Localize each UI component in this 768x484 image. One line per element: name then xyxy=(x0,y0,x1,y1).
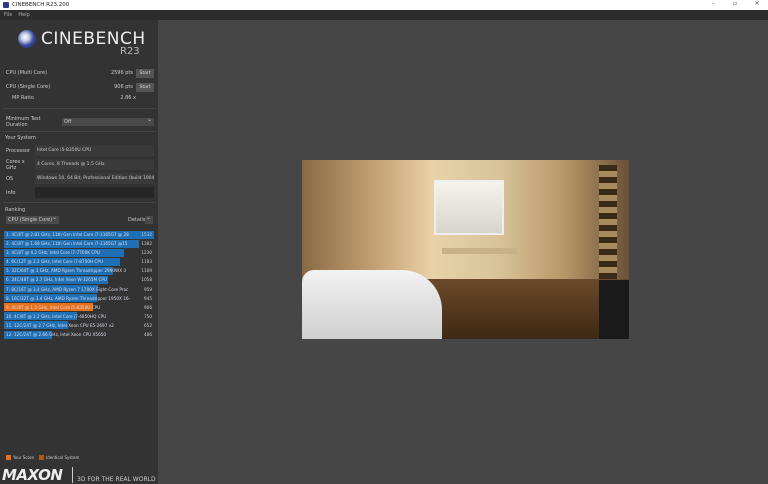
ranking-row[interactable]: 2. 4C/8T @ 1.69 GHz, 11th Gen Intel Core… xyxy=(4,239,154,248)
ranking-label: 12. 12C/24T @ 2.66 GHz, Intel Xeon CPU X… xyxy=(6,332,107,338)
render-table xyxy=(442,248,517,254)
ranking-score: 1183 xyxy=(141,259,152,265)
render-viewport xyxy=(302,160,629,339)
ranking-score: 1230 xyxy=(141,250,152,256)
ranking-row[interactable]: 3. 4C/8T @ 4.2 GHz, Intel Core i7-7700K … xyxy=(4,248,154,257)
ranking-score: 906 xyxy=(144,304,152,310)
ranking-label: 9. 4C/8T @ 1.5 GHz, Intel Core i5-8350U … xyxy=(6,304,101,310)
field-info: Info xyxy=(4,187,154,198)
field-os: OS Windows 10, 64 Bit, Professional Editi… xyxy=(4,173,154,184)
ranking-label: 8. 16C/32T @ 3.4 GHz, AMD Ryzen Threadri… xyxy=(6,295,131,301)
ranking-score: 959 xyxy=(144,286,152,292)
start-single-button[interactable]: Start xyxy=(136,82,154,92)
close-icon[interactable]: ✕ xyxy=(746,0,768,7)
ranking-label: 2. 4C/8T @ 1.69 GHz, 11th Gen Intel Core… xyxy=(6,241,128,247)
ranking-row[interactable]: 9. 4C/8T @ 1.5 GHz, Intel Core i5-8350U … xyxy=(4,303,154,312)
info-input[interactable] xyxy=(35,187,154,198)
title-bar: CINEBENCH R23.200 – ▫ ✕ xyxy=(0,0,768,10)
divider xyxy=(3,202,155,203)
min-duration-label: Minimum Test Duration xyxy=(6,116,41,128)
ranking-list: 1. 4C/8T @ 2.81 GHz, 11th Gen Intel Core… xyxy=(4,230,154,339)
ranking-score: 652 xyxy=(144,322,152,328)
field-processor: Processor Intel Core i5-8350U CPU xyxy=(4,145,154,156)
test-label: CPU (Single Core) xyxy=(6,84,51,90)
ranking-score: 1382 xyxy=(141,241,152,247)
field-key: Info xyxy=(6,189,16,196)
maxon-logo: MAXON xyxy=(2,466,63,484)
ranking-label: 1. 4C/8T @ 2.81 GHz, 11th Gen Intel Core… xyxy=(6,232,129,237)
ranking-label: 5. 32C/64T @ 3 GHz, AMD Ryzen Threadripp… xyxy=(6,268,127,274)
logo-version: R23 xyxy=(120,46,140,57)
test-single-core: CPU (Single Core) 906 pts Start xyxy=(6,82,154,92)
ranking-row[interactable]: 11. 12C/24T @ 2.7 GHz, Intel Xeon CPU E5… xyxy=(4,321,154,330)
render-sofa xyxy=(302,270,442,339)
tagline: 3D FOR THE REAL WORLD xyxy=(77,476,156,483)
field-value: 4 Cores, 8 Threads @ 1.5 GHz xyxy=(35,159,154,170)
field-key: OS xyxy=(6,175,14,182)
ranking-label: 11. 12C/24T @ 2.7 GHz, Intel Xeon CPU E5… xyxy=(6,322,114,328)
min-duration-select[interactable]: Off xyxy=(62,116,154,126)
legend: Your Score Identical System xyxy=(6,455,79,460)
menu-bar: File Help xyxy=(0,10,768,20)
ranking-row[interactable]: 12. 12C/24T @ 2.66 GHz, Intel Xeon CPU X… xyxy=(4,330,154,339)
ranking-row[interactable]: 8. 16C/32T @ 3.4 GHz, AMD Ryzen Threadri… xyxy=(4,294,154,303)
test-multi-core: CPU (Multi Core) 2596 pts Start xyxy=(6,68,154,78)
ranking-score: 1109 xyxy=(141,268,152,274)
field-key: Processor xyxy=(6,147,31,154)
legend-your-score: Your Score xyxy=(13,455,35,460)
test-label: CPU (Multi Core) xyxy=(6,70,48,76)
render-window xyxy=(434,180,504,235)
ranking-label: 4. 6C/12T @ 2.2 GHz, Intel Core i7-8750H… xyxy=(6,259,103,265)
system-heading: Your System xyxy=(5,135,36,141)
your-score-swatch xyxy=(6,455,11,460)
ranking-row[interactable]: 1. 4C/8T @ 2.81 GHz, 11th Gen Intel Core… xyxy=(4,230,154,239)
ranking-label: 10. 4C/8T @ 2.2 GHz, Intel Core i7-4850H… xyxy=(6,313,107,319)
legend-identical: Identical System xyxy=(46,455,80,460)
details-toggle[interactable] xyxy=(145,214,153,224)
mp-ratio-label: MP Ratio xyxy=(12,95,34,101)
field-value: Windows 10, 64 Bit, Professional Edition… xyxy=(35,173,154,184)
ranking-label: 7. 8C/16T @ 3.4 GHz, AMD Ryzen 7 1700X E… xyxy=(6,286,129,292)
ranking-score: 1058 xyxy=(141,277,152,283)
render-shelf xyxy=(599,165,617,285)
ranking-score: 750 xyxy=(144,313,152,319)
ranking-row[interactable]: 5. 32C/64T @ 3 GHz, AMD Ryzen Threadripp… xyxy=(4,266,154,275)
ranking-score: 1532 xyxy=(141,232,152,237)
ranking-row[interactable]: 6. 24C/48T @ 2.7 GHz, Intel Xeon W-3265M… xyxy=(4,275,154,284)
window-title: CINEBENCH R23.200 xyxy=(12,2,70,8)
render-speaker xyxy=(599,280,629,339)
divider xyxy=(3,131,155,132)
menu-file[interactable]: File xyxy=(4,12,12,18)
mp-ratio-value: 2.86 x xyxy=(120,95,136,101)
maximize-icon[interactable]: ▫ xyxy=(724,0,746,7)
ranking-label: 6. 24C/48T @ 2.7 GHz, Intel Xeon W-3265M… xyxy=(6,277,107,283)
ranking-score: 486 xyxy=(144,332,152,338)
mp-ratio: MP Ratio 2.86 x xyxy=(6,93,154,103)
ranking-row[interactable]: 4. 6C/12T @ 2.2 GHz, Intel Core i7-8750H… xyxy=(4,257,154,266)
ranking-score: 945 xyxy=(144,295,152,301)
ranking-label: 3. 4C/8T @ 4.2 GHz, Intel Core i7-7700K … xyxy=(6,250,100,256)
ranking-row[interactable]: 10. 4C/8T @ 2.2 GHz, Intel Core i7-4850H… xyxy=(4,312,154,321)
test-score: 906 pts xyxy=(114,84,133,90)
menu-help[interactable]: Help xyxy=(18,12,29,18)
ranking-select[interactable]: CPU (Single Core) xyxy=(6,214,59,224)
identical-swatch xyxy=(39,455,45,460)
field-cores: Cores x GHz 4 Cores, 8 Threads @ 1.5 GHz xyxy=(4,158,154,171)
minimize-icon[interactable]: – xyxy=(702,0,724,7)
app-icon xyxy=(3,2,9,8)
start-multi-button[interactable]: Start xyxy=(136,68,154,78)
divider xyxy=(3,108,155,109)
test-score: 2596 pts xyxy=(110,70,133,76)
left-panel: CINEBENCH R23 CPU (Multi Core) 2596 pts … xyxy=(0,20,158,484)
field-key: Cores x GHz xyxy=(6,158,25,171)
details-label: Details xyxy=(128,217,146,223)
divider xyxy=(72,467,73,483)
min-duration: Minimum Test Duration Off xyxy=(6,116,154,128)
ranking-row[interactable]: 7. 8C/16T @ 3.4 GHz, AMD Ryzen 7 1700X E… xyxy=(4,285,154,294)
field-value: Intel Core i5-8350U CPU xyxy=(35,145,154,156)
ranking-heading: Ranking xyxy=(5,207,26,213)
logo-icon xyxy=(18,30,36,48)
